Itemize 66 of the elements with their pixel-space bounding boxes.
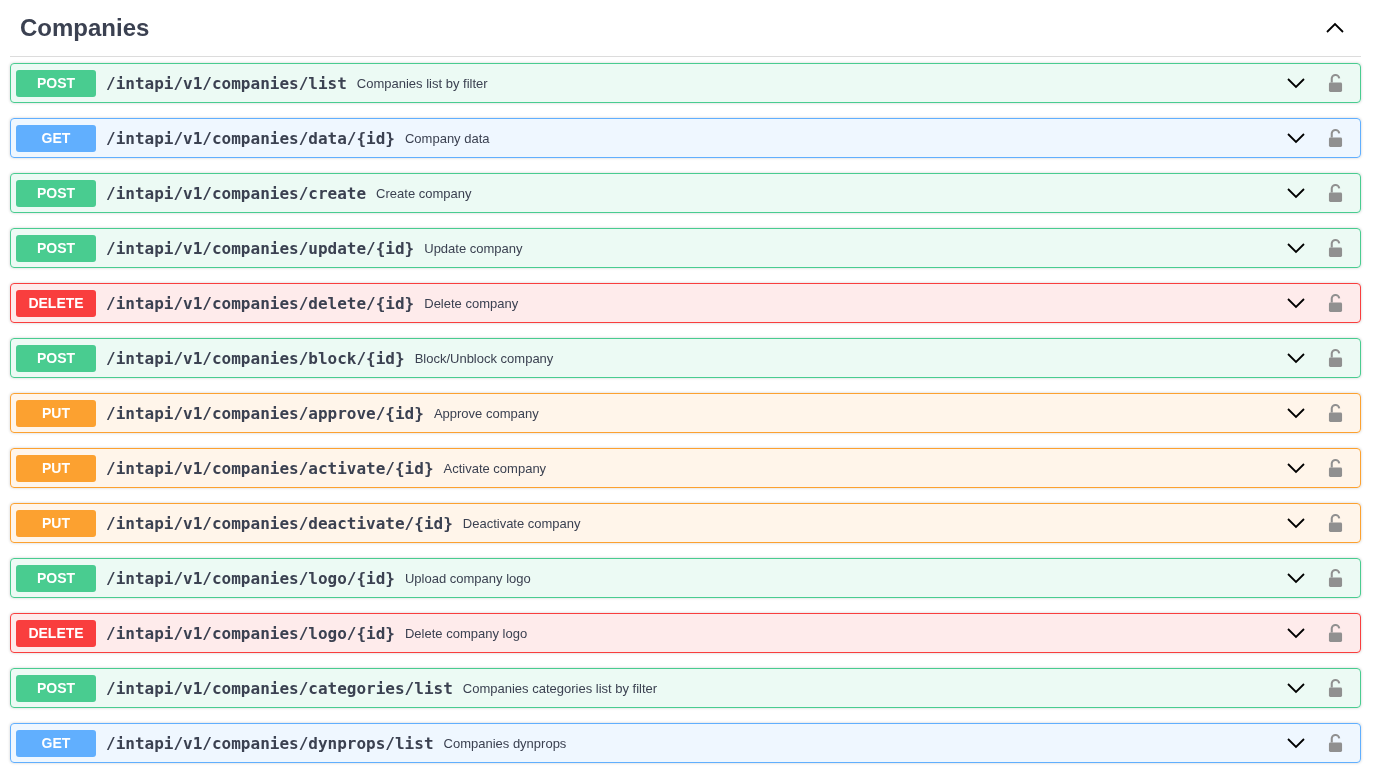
endpoint-summary: Companies categories list by filter [462, 680, 658, 696]
operation-row[interactable]: DELETE /intapi/v1/companies/delete/{id} Delete company [10, 283, 1361, 323]
endpoint-path: /intapi/v1/companies/dynprops/list [106, 733, 434, 753]
operation-row[interactable]: POST /intapi/v1/companies/list Companies list by filter [10, 63, 1361, 103]
endpoint-path: /intapi/v1/companies/deactivate/{id} [106, 513, 453, 533]
endpoint-path: /intapi/v1/companies/update/{id} [106, 238, 415, 258]
padlock-icon[interactable] [1328, 348, 1343, 368]
operation-row[interactable]: POST /intapi/v1/companies/block/{id} Block/Unblock company [10, 338, 1361, 378]
endpoint-path: /intapi/v1/companies/activate/{id} [106, 458, 434, 478]
endpoint-summary: Block/Unblock company [414, 350, 554, 366]
endpoint-summary: Delete company logo [405, 625, 528, 641]
padlock-icon[interactable] [1328, 238, 1343, 258]
padlock-icon[interactable] [1328, 183, 1343, 203]
method-badge: DELETE [16, 619, 96, 647]
method-badge: POST [16, 674, 96, 702]
endpoint-summary: Companies list by filter [356, 75, 488, 91]
endpoint-summary: Company data [405, 130, 490, 146]
padlock-icon[interactable] [1328, 568, 1343, 588]
operation-row[interactable]: POST /intapi/v1/companies/categories/list Companies categories list by filter [10, 668, 1361, 708]
padlock-icon[interactable] [1328, 678, 1343, 698]
endpoint-path: /intapi/v1/companies/data/{id} [106, 128, 395, 148]
endpoint-summary: Update company [424, 240, 523, 256]
operation-row[interactable]: POST /intapi/v1/companies/create Create company [10, 173, 1361, 213]
endpoint-path: /intapi/v1/companies/list [106, 73, 347, 93]
operation-row[interactable]: DELETE /intapi/v1/companies/logo/{id} Delete company logo [10, 613, 1361, 653]
endpoint-path: /intapi/v1/companies/categories/list [106, 678, 453, 698]
endpoint-summary: Delete company [424, 295, 519, 311]
padlock-icon[interactable] [1328, 403, 1343, 423]
method-badge: POST [16, 344, 96, 372]
method-badge: POST [16, 179, 96, 207]
padlock-icon[interactable] [1328, 73, 1343, 93]
endpoint-summary: Create company [376, 185, 472, 201]
method-badge: PUT [16, 399, 96, 427]
endpoint-path: /intapi/v1/companies/logo/{id} [106, 568, 395, 588]
endpoint-summary: Deactivate company [462, 515, 581, 531]
method-badge: GET [16, 124, 96, 152]
endpoint-path: /intapi/v1/companies/logo/{id} [106, 623, 395, 643]
method-badge: PUT [16, 454, 96, 482]
operation-row[interactable]: GET /intapi/v1/companies/dynprops/list Companies dynprops [10, 723, 1361, 763]
padlock-icon[interactable] [1328, 293, 1343, 313]
endpoint-path: /intapi/v1/companies/create [106, 183, 367, 203]
operation-row[interactable]: PUT /intapi/v1/companies/activate/{id} Activate company [10, 448, 1361, 488]
method-badge: PUT [16, 509, 96, 537]
method-badge: DELETE [16, 289, 96, 317]
padlock-icon[interactable] [1328, 128, 1343, 148]
endpoint-summary: Companies dynprops [443, 735, 567, 751]
operation-row[interactable]: PUT /intapi/v1/companies/deactivate/{id} Deactivate company [10, 503, 1361, 543]
section-title[interactable]: Companies [20, 14, 150, 42]
padlock-icon[interactable] [1328, 623, 1343, 643]
operation-row[interactable]: POST /intapi/v1/companies/logo/{id} Upload company logo [10, 558, 1361, 598]
padlock-icon[interactable] [1328, 513, 1343, 533]
operation-row[interactable]: PUT /intapi/v1/companies/approve/{id} Approve company [10, 393, 1361, 433]
endpoint-summary: Approve company [433, 405, 539, 421]
padlock-icon[interactable] [1328, 733, 1343, 753]
method-badge: POST [16, 564, 96, 592]
operation-row[interactable]: GET /intapi/v1/companies/data/{id} Company data [10, 118, 1361, 158]
endpoint-summary: Activate company [443, 460, 547, 476]
padlock-icon[interactable] [1328, 458, 1343, 478]
endpoint-path: /intapi/v1/companies/delete/{id} [106, 293, 415, 313]
method-badge: POST [16, 234, 96, 262]
operation-row[interactable]: POST /intapi/v1/companies/update/{id} Update company [10, 228, 1361, 268]
endpoint-path: /intapi/v1/companies/approve/{id} [106, 403, 424, 423]
method-badge: POST [16, 69, 96, 97]
endpoint-summary: Upload company logo [405, 570, 531, 586]
endpoint-path: /intapi/v1/companies/block/{id} [106, 348, 405, 368]
method-badge: GET [16, 729, 96, 757]
